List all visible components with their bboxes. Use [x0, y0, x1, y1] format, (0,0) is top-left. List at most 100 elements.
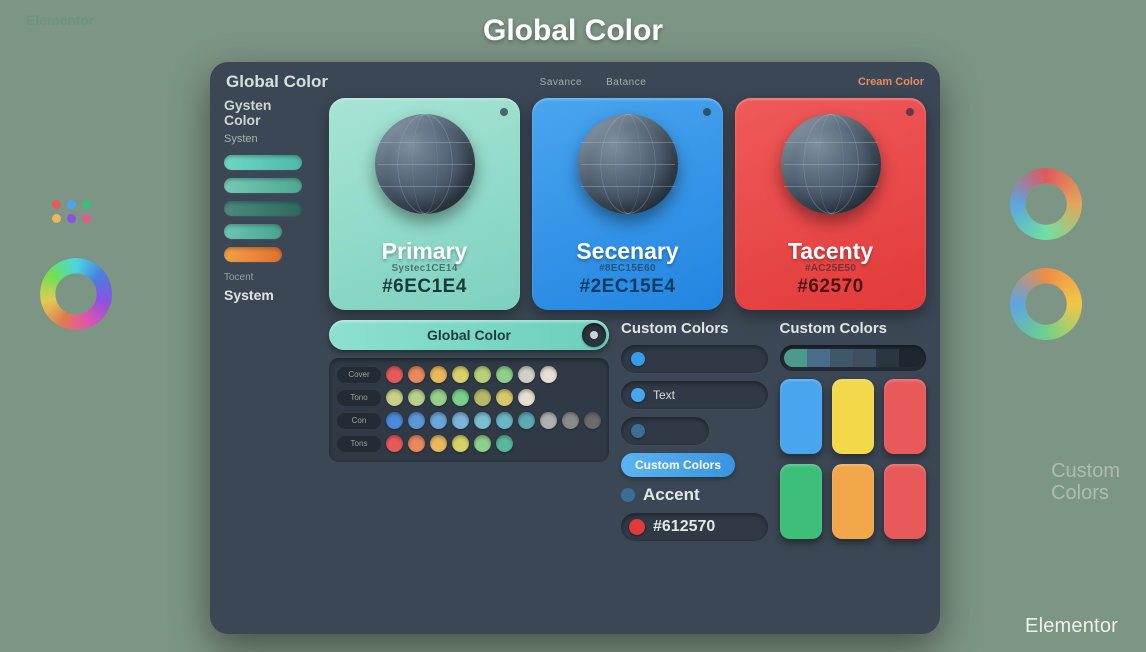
swatch[interactable]: [430, 366, 447, 383]
ghost-label: Elementor: [26, 12, 94, 28]
swatch[interactable]: [386, 366, 403, 383]
header-chip[interactable]: Batance: [606, 77, 646, 88]
card-pin-icon: [906, 108, 914, 116]
hex-display[interactable]: #612570: [621, 513, 768, 541]
swatch[interactable]: [518, 366, 535, 383]
swatch[interactable]: [408, 389, 425, 406]
card-title: Tacenty: [788, 238, 873, 265]
swatch-board: Cover Tono Con Tons: [329, 358, 609, 462]
custom-colors-button[interactable]: Custom Colors: [621, 453, 735, 477]
swatch[interactable]: [452, 389, 469, 406]
color-tile[interactable]: [832, 464, 874, 539]
card-pin-icon: [703, 108, 711, 116]
color-card[interactable]: Tacenty#AC25E50 #62570: [735, 98, 926, 310]
sidebar-slider[interactable]: [224, 247, 282, 262]
palette-cell[interactable]: [876, 349, 899, 367]
swatch[interactable]: [540, 412, 557, 429]
color-tile[interactable]: [832, 379, 874, 454]
color-row[interactable]: Text: [621, 381, 768, 409]
swatch[interactable]: [474, 435, 491, 452]
swatch-dot: [629, 519, 645, 535]
sidebar: GystenColor Systen Tocent System: [224, 98, 319, 620]
swatch[interactable]: [452, 435, 469, 452]
sidebar-sub: Systen: [224, 133, 319, 145]
swatch-row-tag[interactable]: Tono: [337, 390, 381, 406]
globe-icon: [578, 114, 678, 214]
swatch[interactable]: [584, 412, 601, 429]
swatch[interactable]: [496, 366, 513, 383]
swatch[interactable]: [408, 366, 425, 383]
global-color-button[interactable]: Global Color: [329, 320, 609, 350]
global-color-panel: Global Color Savance Batance Cream Color…: [210, 62, 940, 634]
card-title: Primary: [382, 238, 468, 265]
color-wheel-icon: [1010, 168, 1082, 240]
swatch[interactable]: [496, 389, 513, 406]
palette-strip[interactable]: [780, 345, 927, 371]
swatch[interactable]: [430, 389, 447, 406]
swatch[interactable]: [474, 389, 491, 406]
card-sub: Systec1CE14: [391, 263, 457, 274]
sidebar-slider[interactable]: [224, 178, 302, 193]
color-row[interactable]: [621, 345, 768, 373]
swatch[interactable]: [518, 389, 535, 406]
page-title: Global Color: [483, 14, 663, 48]
card-sub: #AC25E50: [805, 263, 856, 274]
swatch[interactable]: [496, 435, 513, 452]
color-row[interactable]: [621, 417, 709, 445]
swatch[interactable]: [408, 435, 425, 452]
palette-cell[interactable]: [784, 349, 807, 367]
swatch-row-tag[interactable]: Cover: [337, 367, 381, 383]
sidebar-small-label: Tocent: [224, 272, 319, 283]
color-wheel-icon: [1010, 268, 1082, 340]
swatch[interactable]: [386, 389, 403, 406]
palette-cell[interactable]: [807, 349, 830, 367]
color-tiles: [780, 379, 927, 539]
swatch[interactable]: [474, 366, 491, 383]
sidebar-heading: GystenColor: [224, 98, 319, 127]
swatch[interactable]: [518, 412, 535, 429]
color-row-label: Text: [653, 388, 675, 402]
color-card[interactable]: PrimarySystec1CE14 #6EC1E4: [329, 98, 520, 310]
sidebar-slider[interactable]: [224, 224, 282, 239]
card-pin-icon: [500, 108, 508, 116]
swatch-row-tag[interactable]: Tons: [337, 436, 381, 452]
swatch[interactable]: [386, 412, 403, 429]
swatch[interactable]: [474, 412, 491, 429]
swatch[interactable]: [408, 412, 425, 429]
palette-cell[interactable]: [853, 349, 876, 367]
color-card[interactable]: Secenary#8EC15E60#2EC15E4: [532, 98, 723, 310]
swatch[interactable]: [430, 435, 447, 452]
knob-icon[interactable]: [582, 323, 606, 347]
color-tile[interactable]: [780, 464, 822, 539]
sidebar-slider[interactable]: [224, 155, 302, 170]
sidebar-slider[interactable]: [224, 201, 302, 216]
swatch[interactable]: [496, 412, 513, 429]
swatch-row-tag[interactable]: Con: [337, 413, 381, 429]
swatch[interactable]: [452, 366, 469, 383]
card-title: Secenary: [576, 238, 678, 265]
swatch-dot: [621, 488, 635, 502]
header-chip[interactable]: Savance: [540, 77, 582, 88]
swatch[interactable]: [430, 412, 447, 429]
header-accent[interactable]: Cream Color: [858, 76, 924, 88]
palette-cell[interactable]: [899, 349, 922, 367]
card-hex: #62570: [797, 276, 863, 298]
swatch[interactable]: [452, 412, 469, 429]
swatch[interactable]: [562, 412, 579, 429]
globe-icon: [375, 114, 475, 214]
accent-label: Accent: [621, 485, 768, 505]
palette-cell[interactable]: [830, 349, 853, 367]
swatch[interactable]: [386, 435, 403, 452]
color-wheel-icon: [40, 258, 112, 330]
color-tile[interactable]: [780, 379, 822, 454]
swatch[interactable]: [540, 366, 557, 383]
deco-dots: [52, 200, 92, 223]
color-tile[interactable]: [884, 464, 926, 539]
globe-icon: [781, 114, 881, 214]
card-hex: #6EC1E4: [382, 276, 467, 298]
color-tile[interactable]: [884, 379, 926, 454]
swatch-dot: [631, 388, 645, 402]
custom-colors-heading: Custom Colors: [780, 320, 927, 337]
card-sub: #8EC15E60: [599, 263, 656, 274]
brand-label: Elementor: [1025, 615, 1118, 638]
